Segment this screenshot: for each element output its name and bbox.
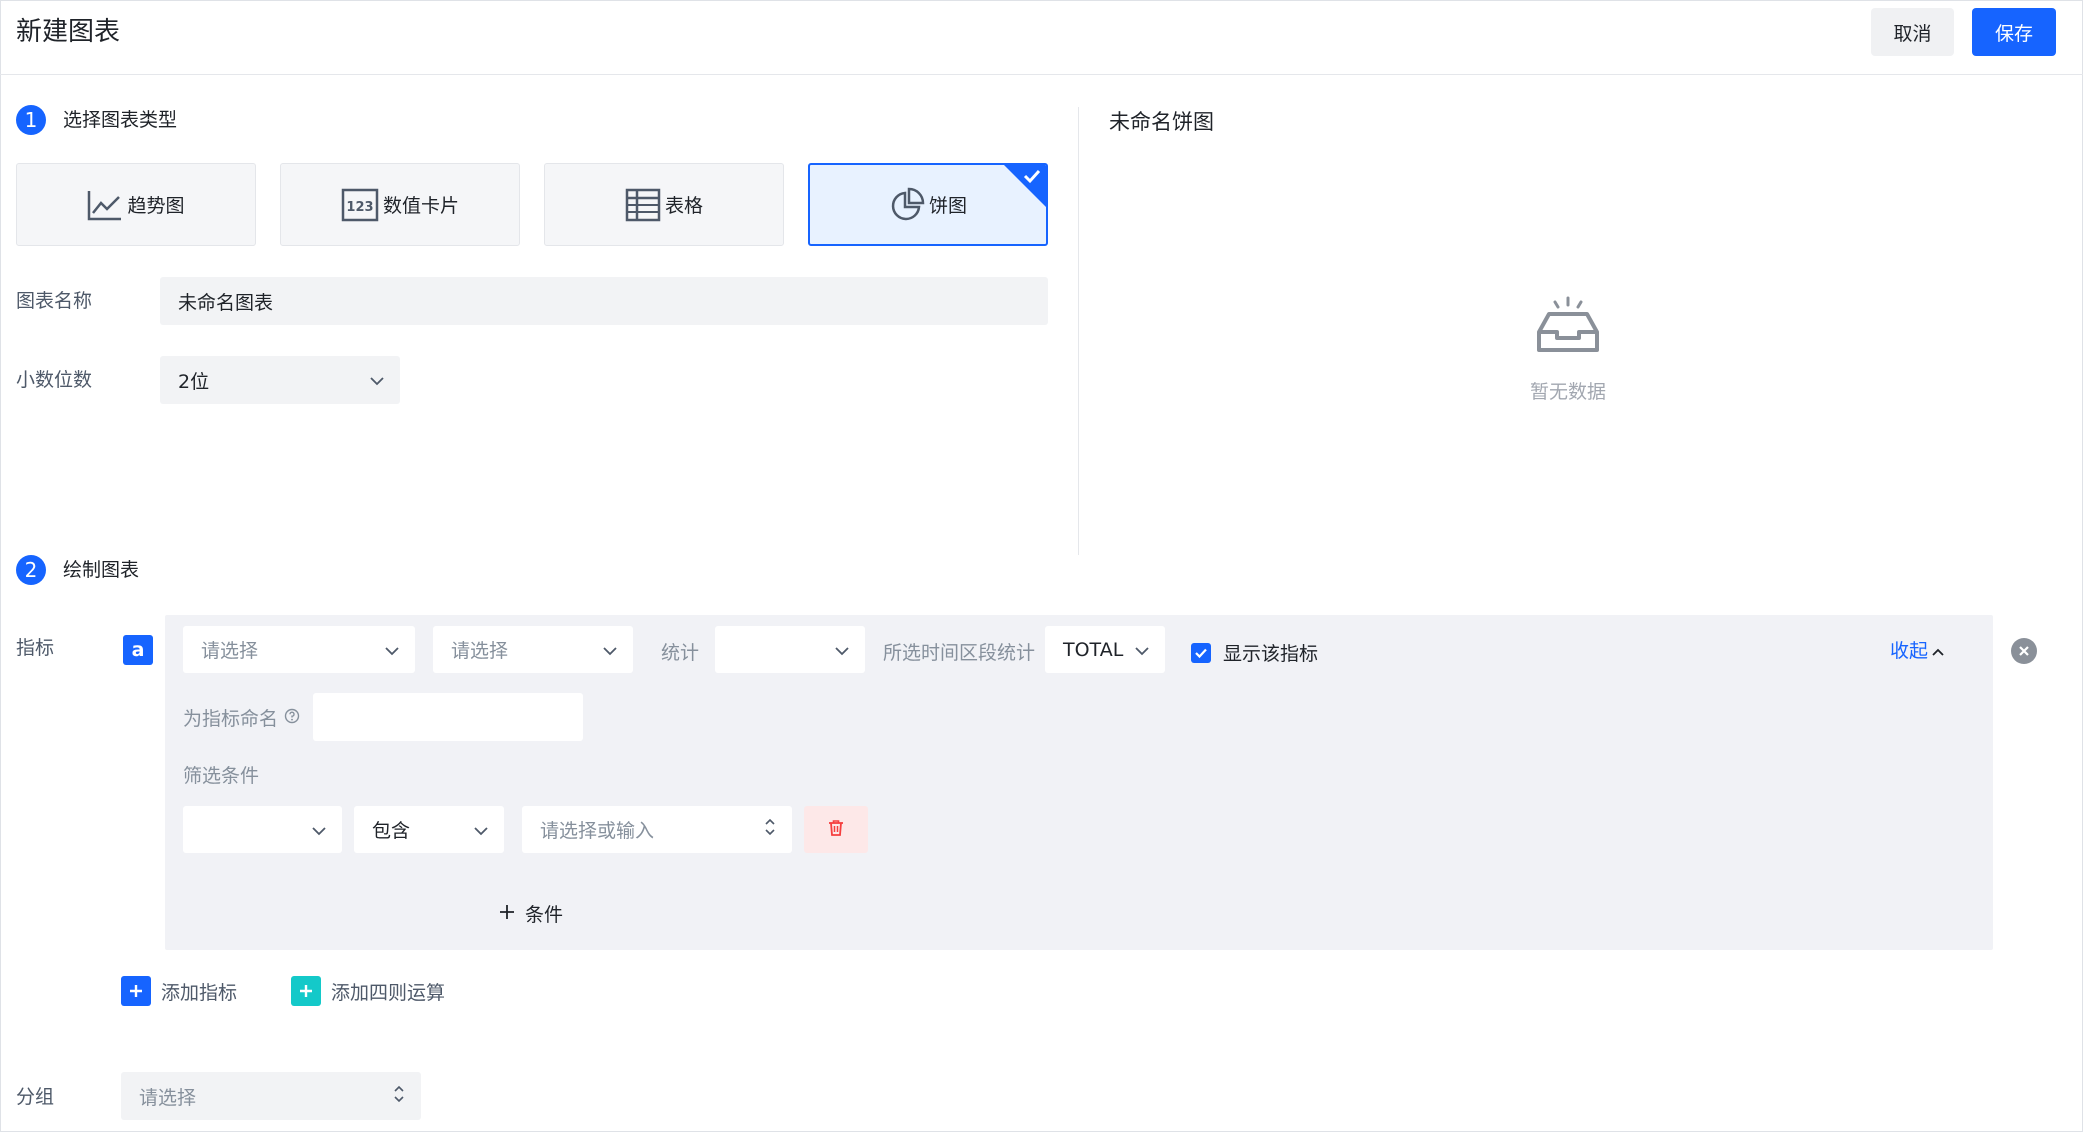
- number-card-icon: 123: [341, 188, 379, 222]
- stat-label: 统计: [661, 642, 700, 664]
- chart-name-label: 图表名称: [16, 290, 93, 312]
- filter-label: 筛选条件: [183, 765, 260, 787]
- add-formula-label: 添加四则运算: [331, 981, 446, 1004]
- chevron-down-icon: [474, 819, 488, 841]
- chevron-down-icon: [835, 639, 849, 661]
- chart-type-label: 表格: [664, 195, 703, 217]
- filter-operator-select[interactable]: 包含: [354, 806, 504, 853]
- chevron-down-icon: [312, 819, 326, 841]
- preview-title: 未命名饼图: [1109, 110, 1214, 134]
- help-icon[interactable]: [284, 708, 300, 728]
- chart-name-input[interactable]: 未命名图表: [160, 277, 1048, 325]
- stat-select[interactable]: [715, 626, 865, 673]
- empty-text: 暂无数据: [1530, 381, 1607, 403]
- decimal-value: 2位: [178, 370, 210, 393]
- show-metric-toggle[interactable]: 显示该指标: [1191, 639, 1318, 666]
- step-1-badge: 1: [16, 105, 46, 135]
- add-condition-label: 条件: [525, 904, 564, 926]
- chart-type-label: 饼图: [928, 195, 967, 217]
- table-icon: [625, 188, 661, 222]
- save-button[interactable]: 保存: [1972, 8, 2056, 56]
- filter-operator-value: 包含: [372, 820, 411, 842]
- chevron-down-icon: [603, 639, 617, 661]
- filter-value-select[interactable]: 请选择或输入: [522, 806, 792, 853]
- decimal-select[interactable]: 2位: [160, 356, 400, 404]
- checkbox-checked[interactable]: [1191, 642, 1211, 663]
- chevron-down-icon: [370, 369, 384, 391]
- step-2-label: 绘制图表: [63, 559, 140, 581]
- collapse-label: 收起: [1890, 640, 1929, 662]
- rename-label: 为指标命名: [183, 708, 279, 730]
- page-title: 新建图表: [16, 17, 121, 47]
- chart-type-label: 数值卡片: [382, 195, 459, 217]
- period-value: TOTAL: [1063, 638, 1124, 661]
- metric-label: 指标: [16, 637, 55, 659]
- chevron-down-icon: [385, 639, 399, 661]
- collapse-link[interactable]: 收起: [1890, 636, 1944, 663]
- trash-icon: [828, 819, 844, 841]
- step-1-label: 选择图表类型: [63, 109, 178, 131]
- metric-field-select[interactable]: 请选择: [433, 626, 633, 673]
- group-placeholder: 请选择: [139, 1086, 197, 1109]
- filter-field-select[interactable]: [183, 806, 342, 853]
- header-divider: [0, 74, 2083, 75]
- chart-type-table[interactable]: 表格: [544, 163, 784, 246]
- metric-source-select[interactable]: 请选择: [183, 626, 415, 673]
- up-down-arrows-icon: [764, 817, 776, 842]
- decimal-label: 小数位数: [16, 369, 93, 391]
- chevron-down-icon: [1135, 639, 1149, 661]
- delete-condition-button[interactable]: [804, 806, 868, 853]
- panel-divider: [1078, 107, 1079, 555]
- rename-input[interactable]: [313, 693, 583, 741]
- plus-icon: [499, 904, 515, 924]
- svg-text:123: 123: [346, 200, 373, 215]
- period-select[interactable]: TOTAL: [1045, 626, 1165, 673]
- add-metric-label: 添加指标: [161, 981, 238, 1004]
- metric-source-placeholder: 请选择: [201, 640, 259, 662]
- chart-type-line[interactable]: 趋势图: [16, 163, 256, 246]
- filter-value-placeholder: 请选择或输入: [540, 820, 655, 842]
- add-metric-button[interactable]: 添加指标: [121, 976, 237, 1006]
- up-down-arrows-icon: [393, 1084, 405, 1109]
- chart-name-value: 未命名图表: [178, 291, 274, 314]
- period-label: 所选时间区段统计: [883, 642, 1036, 664]
- metric-tag: a: [123, 635, 153, 665]
- add-formula-button[interactable]: 添加四则运算: [291, 976, 445, 1006]
- close-icon: [2018, 642, 2030, 661]
- check-icon: [1022, 167, 1042, 185]
- chevron-up-icon: [1932, 639, 1944, 661]
- empty-inbox-icon: [1535, 296, 1601, 360]
- plus-icon: [121, 976, 151, 1006]
- metric-field-placeholder: 请选择: [451, 640, 509, 662]
- cancel-button[interactable]: 取消: [1871, 8, 1954, 56]
- rename-label-group: 为指标命名: [183, 704, 300, 731]
- chart-type-number-card[interactable]: 123 数值卡片: [280, 163, 520, 246]
- chart-type-label: 趋势图: [127, 195, 185, 217]
- step-2-badge: 2: [16, 555, 46, 585]
- pie-chart-icon: [889, 187, 925, 223]
- show-metric-label: 显示该指标: [1223, 643, 1319, 665]
- group-select[interactable]: 请选择: [121, 1072, 421, 1120]
- chart-type-pie[interactable]: 饼图: [808, 163, 1048, 246]
- add-condition-button[interactable]: 条件: [499, 900, 563, 927]
- plus-icon: [291, 976, 321, 1006]
- line-chart-icon: [87, 189, 123, 221]
- group-label: 分组: [16, 1086, 55, 1108]
- remove-metric-button[interactable]: [2011, 638, 2037, 664]
